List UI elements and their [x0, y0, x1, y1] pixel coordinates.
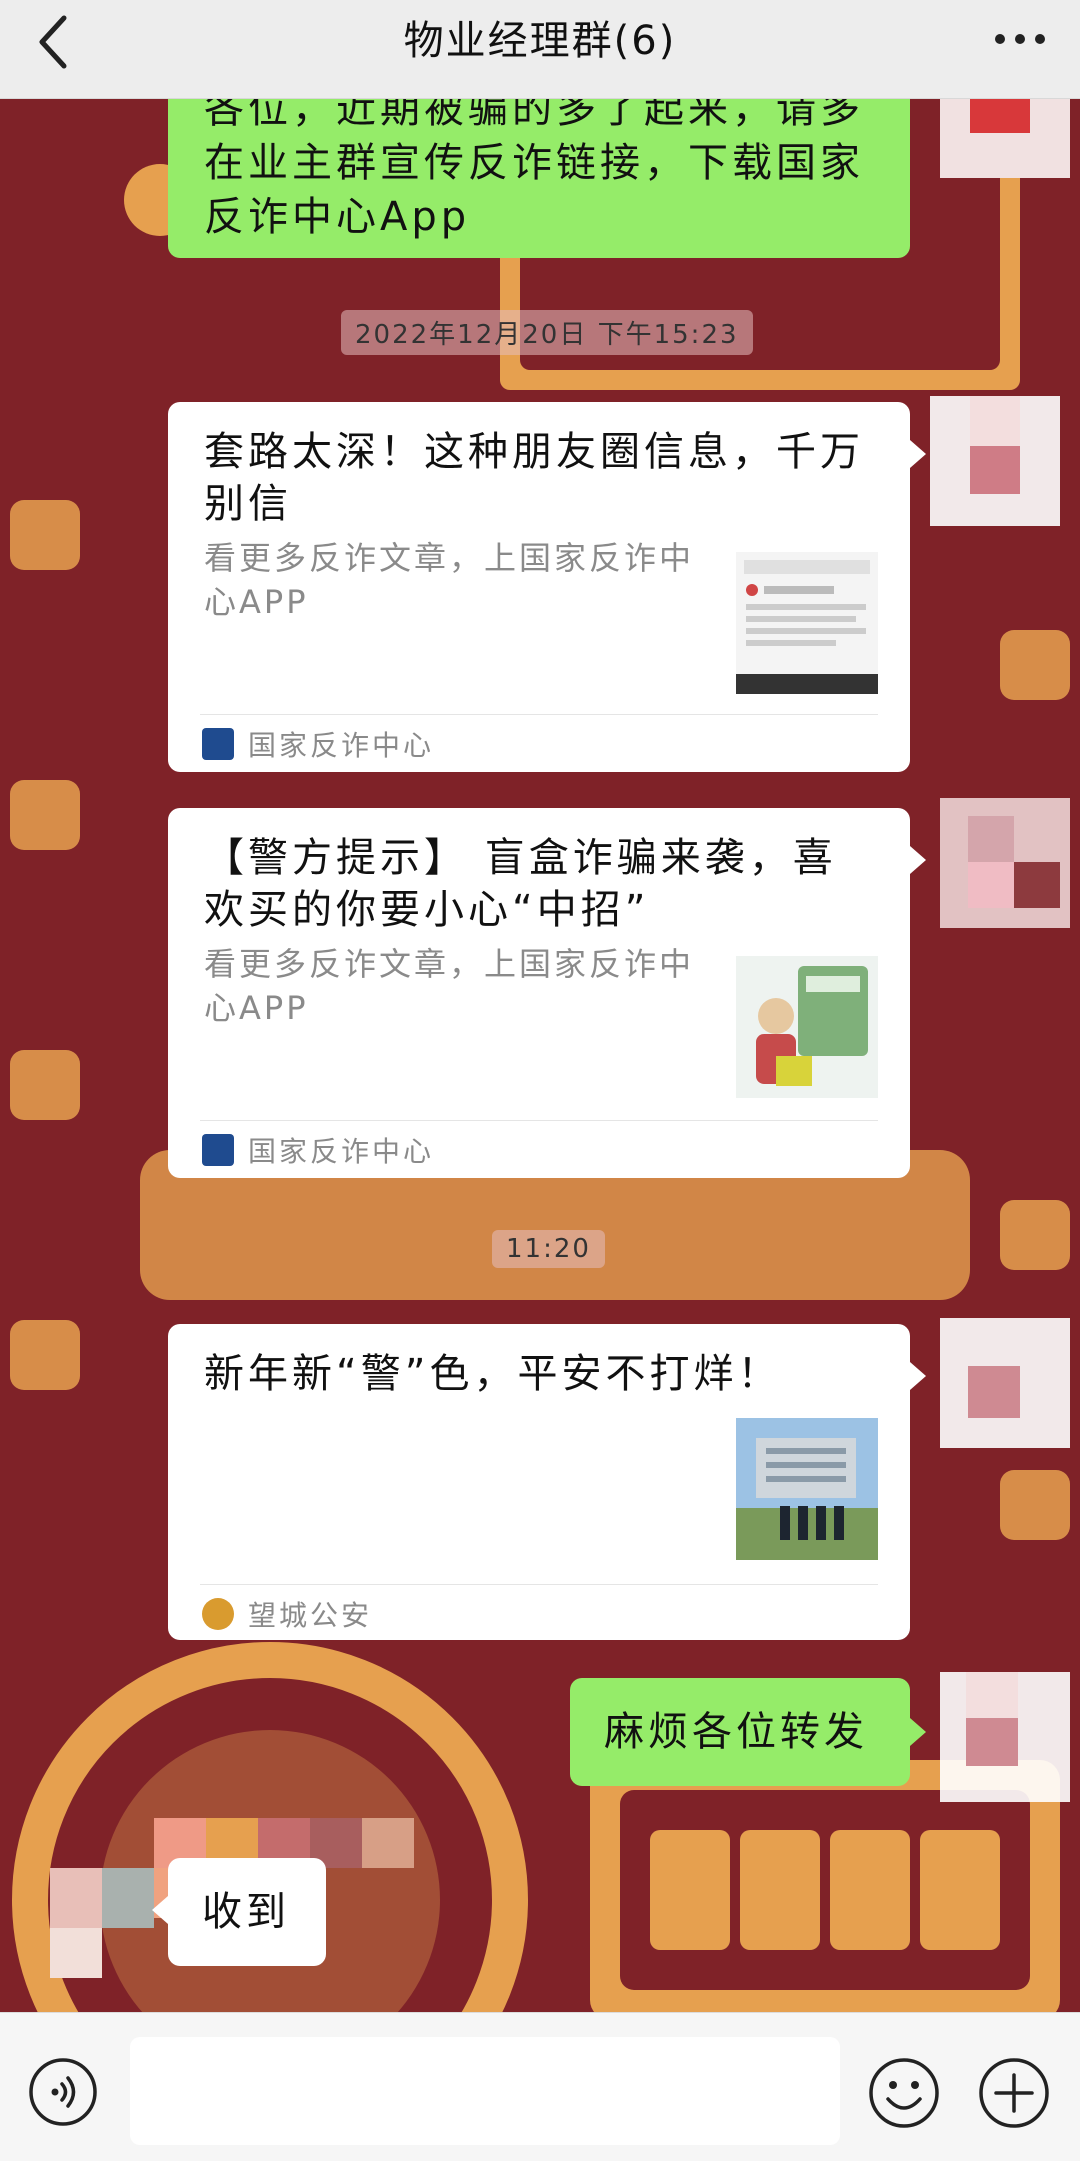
source-name: 国家反诈中心: [248, 1135, 435, 1168]
more-functions-button[interactable]: [978, 2057, 1050, 2129]
source-name: 望城公安: [248, 1599, 373, 1632]
emoji-button[interactable]: [868, 2057, 940, 2129]
emoji-icon: [869, 2058, 939, 2128]
avatar[interactable]: [940, 798, 1070, 928]
message-text: 麻烦各位转发: [604, 1709, 868, 1755]
card-divider: [200, 714, 878, 715]
avatar[interactable]: [940, 98, 1070, 178]
card-divider: [200, 1120, 878, 1121]
message-bubble-received[interactable]: 收到: [168, 1858, 326, 1966]
bubble-tail: [152, 1896, 168, 1924]
avatar[interactable]: [940, 1672, 1070, 1802]
input-bar: [0, 2012, 1080, 2161]
police-badge-logo-icon: [202, 1598, 234, 1630]
card-source: 望城公安: [202, 1594, 372, 1634]
chat-header: 物业经理群(6): [0, 0, 1080, 99]
bubble-tail: [910, 440, 926, 468]
blind-box-cartoon-thumbnail: [736, 956, 878, 1098]
article-card[interactable]: 【警方提示】 盲盒诈骗来袭，喜欢买的你要小心“中招” 看更多反诈文章，上国家反诈…: [168, 808, 910, 1178]
message-list[interactable]: 各位，近期被骗的多了起来，请多在业主群宣传反诈链接，下载国家反诈中心App 20…: [0, 98, 1080, 2012]
card-title: 套路太深！这种朋友圈信息，千万别信: [204, 429, 864, 527]
card-source: 国家反诈中心: [202, 724, 434, 764]
bubble-tail: [910, 1362, 926, 1390]
chat-screenshot-thumbnail: [736, 552, 878, 694]
more-options-button[interactable]: [990, 14, 1050, 64]
thumbnail-image: [736, 552, 878, 694]
timestamp: 11:20: [492, 1230, 605, 1268]
police-building-photo-thumbnail: [736, 1418, 878, 1560]
message-text: 收到: [202, 1889, 290, 1935]
article-card[interactable]: 新年新“警”色，平安不打烊！ 望城公安: [168, 1324, 910, 1640]
voice-input-button[interactable]: [28, 2057, 98, 2127]
card-description: 看更多反诈文章，上国家反诈中心APP: [204, 945, 695, 1027]
article-card[interactable]: 套路太深！这种朋友圈信息，千万别信 看更多反诈文章，上国家反诈中心APP 国家反…: [168, 402, 910, 772]
more-dots-icon: [995, 34, 1045, 44]
message-bubble-sent[interactable]: 麻烦各位转发: [570, 1678, 910, 1786]
voice-icon: [29, 2058, 97, 2126]
bubble-tail: [910, 846, 926, 874]
message-text: 各位，近期被骗的多了起来，请多在业主群宣传反诈链接，下载国家反诈中心App: [204, 98, 864, 240]
card-description: 看更多反诈文章，上国家反诈中心APP: [204, 539, 695, 621]
chat-title: 物业经理群(6): [403, 18, 677, 64]
card-title: 【警方提示】 盲盒诈骗来袭，喜欢买的你要小心“中招”: [204, 835, 837, 933]
thumbnail-image: [736, 956, 878, 1098]
plus-icon: [979, 2058, 1049, 2128]
anti-fraud-center-logo-icon: [202, 728, 234, 760]
bubble-tail: [910, 1718, 926, 1746]
anti-fraud-center-logo-icon: [202, 1134, 234, 1166]
message-input[interactable]: [130, 2037, 840, 2145]
avatar[interactable]: [930, 396, 1060, 526]
avatar[interactable]: [940, 1318, 1070, 1448]
thumbnail-image: [736, 1418, 878, 1560]
message-bubble-sent[interactable]: 各位，近期被骗的多了起来，请多在业主群宣传反诈链接，下载国家反诈中心App: [168, 98, 910, 258]
source-name: 国家反诈中心: [248, 729, 435, 762]
card-title: 新年新“警”色，平安不打烊！: [204, 1351, 782, 1397]
card-divider: [200, 1584, 878, 1585]
timestamp: 2022年12月20日 下午15:23: [341, 310, 753, 355]
card-source: 国家反诈中心: [202, 1130, 434, 1170]
